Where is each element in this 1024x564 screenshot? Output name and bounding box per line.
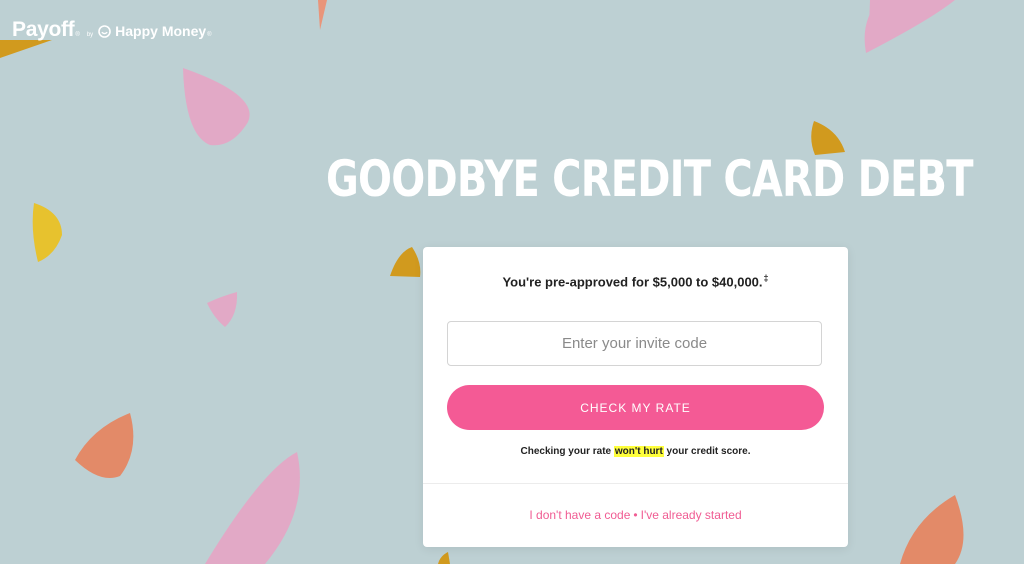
footnote-mark: ‡ <box>763 273 769 283</box>
smile-icon <box>98 25 111 38</box>
confetti-shape <box>205 452 300 564</box>
confetti-shape <box>183 68 250 146</box>
note-highlight: won't hurt <box>613 446 664 457</box>
confetti-shape <box>438 552 450 564</box>
no-code-link[interactable]: I don't have a code <box>529 508 630 522</box>
link-separator: • <box>633 508 638 522</box>
already-started-link[interactable]: I've already started <box>641 508 742 522</box>
note-text-after: your credit score. <box>663 446 751 457</box>
confetti-shape <box>0 40 52 58</box>
check-my-rate-button[interactable]: CHECK MY RATE <box>447 385 824 430</box>
card-links: I don't have a code • I've already started <box>423 508 848 522</box>
confetti-shape <box>207 292 238 327</box>
brand-logo[interactable]: Payoff ® by Happy Money ® <box>12 18 212 42</box>
confetti-shape <box>390 247 421 277</box>
confetti-shape <box>32 203 62 262</box>
logo-by-text: by <box>86 32 94 38</box>
confetti-shape <box>318 0 327 30</box>
preapproved-range: You're pre-approved for $5,000 to $40,00… <box>502 274 763 290</box>
preapproved-text: You're pre-approved for $5,000 to $40,00… <box>423 273 848 289</box>
happy-money-logo-text: Happy Money <box>115 23 207 39</box>
confetti-shape <box>864 0 955 53</box>
invite-card: You're pre-approved for $5,000 to $40,00… <box>423 247 848 547</box>
confetti-shape <box>900 495 964 564</box>
invite-code-input[interactable] <box>447 321 822 366</box>
registered-mark: ® <box>75 32 80 38</box>
hero-headline: GOODBYE CREDIT CARD DEBT <box>326 150 973 208</box>
confetti-shape <box>75 413 134 478</box>
note-text-before: Checking your rate <box>520 446 614 457</box>
payoff-logo-text: Payoff <box>12 18 75 41</box>
credit-score-note: Checking your rate won't hurt your credi… <box>423 446 848 457</box>
card-divider <box>423 483 848 484</box>
registered-mark: ® <box>207 32 212 38</box>
